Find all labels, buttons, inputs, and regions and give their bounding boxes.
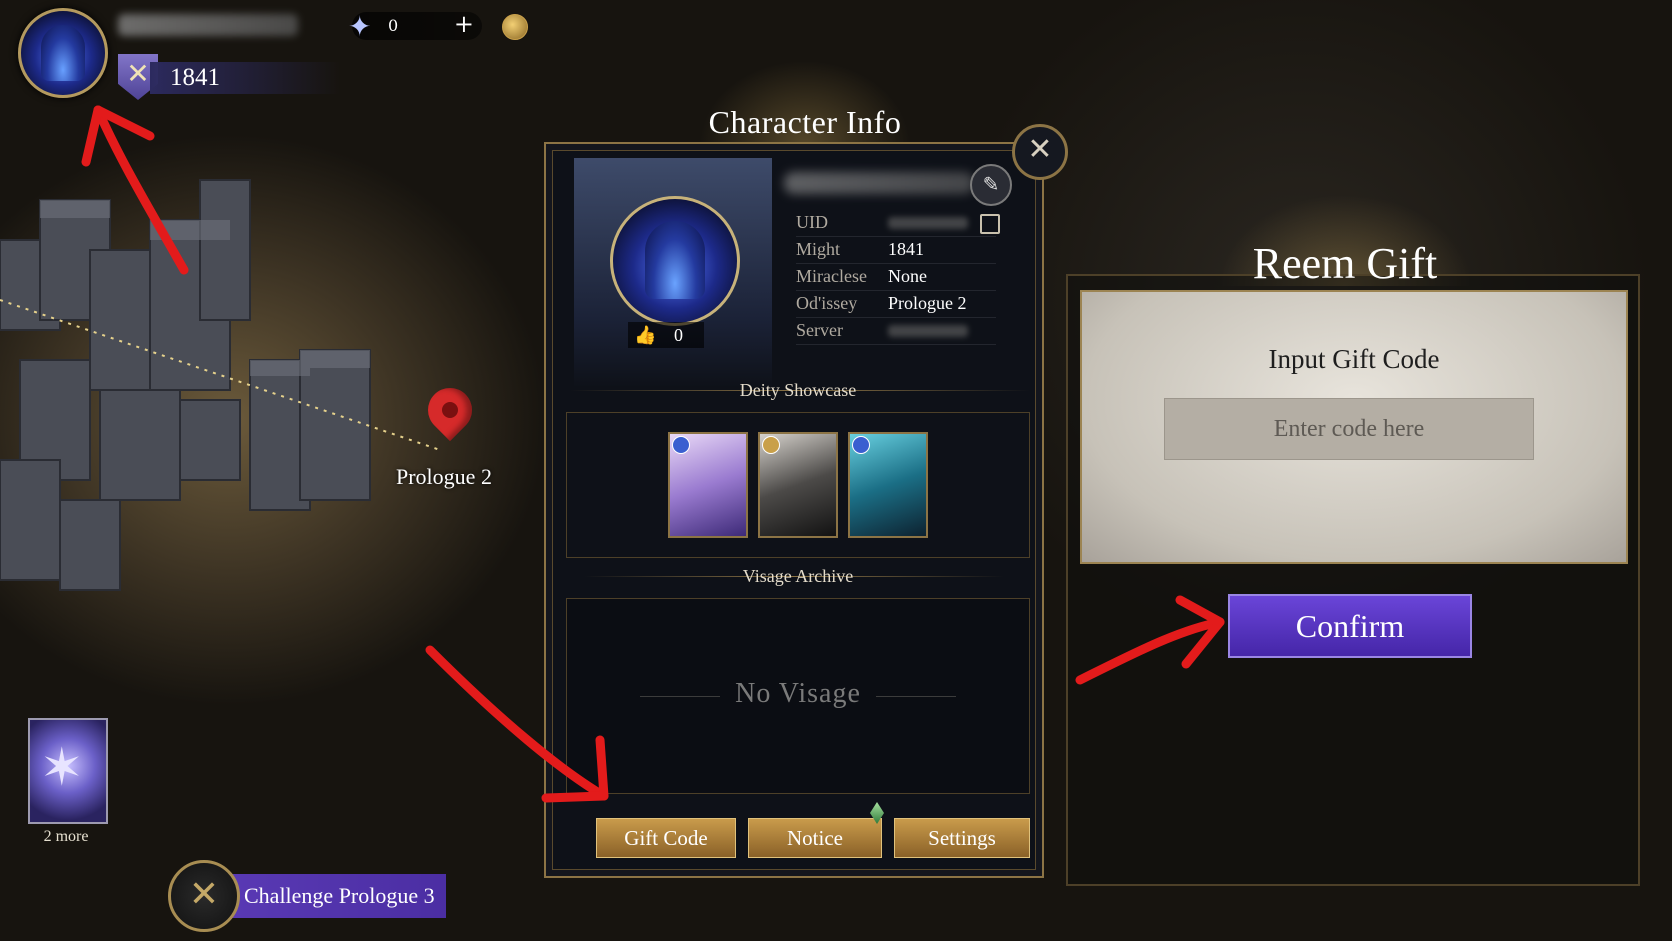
deity-card[interactable] (848, 432, 928, 538)
info-value: None (888, 266, 927, 286)
copy-uid-icon[interactable] (980, 214, 1000, 234)
info-key: Might (796, 239, 841, 259)
deity-card[interactable] (758, 432, 838, 538)
coin-icon[interactable] (502, 14, 528, 40)
likes-counter[interactable]: 👍 0 (628, 322, 704, 348)
crystal-star-icon: ✶ (40, 738, 84, 798)
challenge-button[interactable]: ✕ Challenge Prologue 3 (168, 860, 446, 932)
gift-code-input[interactable] (1164, 398, 1534, 460)
gem-currency-bar: ✦ 0 + (348, 10, 482, 43)
close-icon: ✕ (1027, 132, 1053, 167)
hooded-figure-icon (41, 25, 85, 81)
info-row-miraclese: Miraclese None (796, 264, 996, 291)
more-count-label: 2 more (43, 828, 89, 845)
character-info-table: UID Might 1841 Miraclese None Od'issey P… (796, 210, 996, 345)
info-row-uid: UID (796, 210, 996, 237)
edit-name-button[interactable]: ✎ (970, 164, 1012, 206)
info-row-might: Might 1841 (796, 237, 996, 264)
hooded-figure-icon (645, 221, 705, 299)
info-value: Prologue 2 (888, 293, 967, 313)
visage-archive-title: Visage Archive (742, 566, 854, 586)
confirm-button[interactable]: Confirm (1228, 594, 1472, 658)
character-name-blurred (784, 172, 974, 194)
close-button[interactable]: ✕ (1012, 124, 1068, 180)
deity-showcase-title: Deity Showcase (739, 380, 857, 400)
element-badge-icon (762, 436, 780, 454)
player-name-blurred (118, 14, 298, 36)
element-badge-icon (852, 436, 870, 454)
deity-card[interactable] (668, 432, 748, 538)
info-key: UID (796, 212, 828, 232)
info-value: 1841 (888, 239, 924, 259)
character-info-title: Character Info (708, 104, 902, 140)
pencil-icon: ✎ (982, 172, 1000, 196)
crossed-swords-icon: ✕ (168, 860, 240, 932)
might-value: 1841 (150, 62, 340, 94)
info-key: Od'issey (796, 293, 858, 313)
star-gem-icon: ✦ (348, 10, 372, 43)
reward-card[interactable]: ✶ (28, 718, 108, 824)
gift-code-button[interactable]: Gift Code (596, 818, 736, 858)
uid-value-blurred (888, 217, 968, 229)
info-row-odyssey: Od'issey Prologue 2 (796, 291, 996, 318)
info-key: Server (796, 320, 843, 340)
settings-button[interactable]: Settings (894, 818, 1030, 858)
info-key: Miraclese (796, 266, 867, 286)
info-row-server: Server (796, 318, 996, 345)
likes-count: 0 (674, 325, 683, 345)
notice-button[interactable]: Notice (748, 818, 882, 858)
server-value-blurred (888, 325, 968, 337)
challenge-label: Challenge Prologue 3 (216, 874, 446, 918)
player-avatar[interactable] (18, 8, 108, 98)
gem-count: 0 (388, 16, 399, 35)
no-visage-text: No Visage (735, 678, 861, 709)
thumbs-up-icon: 👍 (634, 325, 657, 345)
add-gems-button[interactable]: + (454, 10, 474, 38)
redeem-gift-title: Reem Gift (1252, 239, 1438, 288)
map-marker-label: Prologue 2 (396, 464, 492, 489)
character-portrait[interactable] (610, 196, 740, 326)
gift-code-label: Input Gift Code (1268, 344, 1440, 374)
element-badge-icon (672, 436, 690, 454)
